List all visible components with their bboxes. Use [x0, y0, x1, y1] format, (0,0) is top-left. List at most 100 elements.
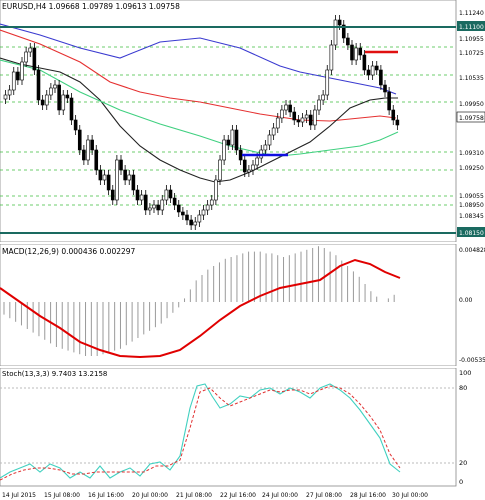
candle-body [263, 144, 268, 151]
candle-body [214, 179, 218, 201]
candle-body [127, 174, 132, 181]
candle-body [119, 159, 123, 171]
candle-body [304, 114, 309, 119]
price-axis-label: 1.11240 [459, 10, 484, 17]
stoch-panel[interactable]: Stoch(13,3,3) 9.7403 13.2158 100 80 20 0 [0, 367, 485, 488]
candle-body [32, 47, 37, 71]
price-chart-svg[interactable]: 1.11240 1.11100 1.10955 1.10725 1.10535 1.099… [0, 0, 485, 243]
macd-axis-label: 0.004828 [459, 247, 485, 254]
candle-body [172, 197, 177, 206]
stoch-axis: 100 80 20 0 [459, 369, 471, 486]
price-axis-label: 1.08950 [459, 202, 484, 209]
price-axis-label: 1.10955 [459, 36, 484, 43]
candle-body [370, 65, 375, 76]
candle-body [197, 214, 202, 223]
candle-body [321, 94, 325, 101]
candle-body [164, 189, 169, 201]
stoch-axis-label: 80 [459, 384, 467, 392]
candle-body [362, 54, 367, 71]
candle-body [98, 169, 103, 181]
time-axis-label: 27 Jul 08:00 [306, 492, 342, 499]
candle-body [308, 114, 313, 126]
macd-title: MACD(12,26,9) 0.000436 0.002297 [2, 247, 136, 256]
candle-body [106, 174, 111, 191]
time-axis-labels: 14 Jul 2015 15 Jul 08:00 16 Jul 16:00 20 Ju… [2, 492, 428, 499]
candle-body [131, 174, 136, 191]
time-axis-label: 16 Jul 16:00 [88, 492, 124, 499]
candle-body [226, 139, 231, 146]
candle-body [366, 69, 371, 76]
candle-body [288, 104, 292, 113]
candle-body [296, 119, 301, 123]
stoch-axis-label: 0 [459, 478, 463, 486]
candle-body [57, 84, 61, 111]
stoch-plot-area [0, 367, 457, 487]
candle-body [209, 199, 214, 206]
time-axis-label: 28 Jul 16:00 [350, 492, 386, 499]
candle-body [152, 204, 156, 209]
candle-body [3, 94, 8, 100]
price-axis-label: 1.08150 [459, 230, 484, 237]
time-axis-label: 14 Jul 2015 [2, 492, 36, 499]
time-axis: 14 Jul 2015 15 Jul 08:00 16 Jul 16:00 20 Ju… [2, 492, 428, 499]
candle-body [201, 209, 206, 216]
candle-body [102, 174, 107, 181]
candle-body [94, 149, 99, 171]
stoch-chart-svg[interactable]: Stoch(13,3,3) 9.7403 13.2158 100 80 20 0 [0, 367, 485, 488]
candle-body [7, 89, 12, 96]
candle-body [49, 87, 53, 96]
price-panel[interactable]: 1.11240 1.11100 1.10955 1.10725 1.10535 1.099… [0, 0, 485, 243]
candle-body [247, 169, 251, 173]
stoch-axis-label: 20 [459, 459, 467, 467]
candle-body [222, 139, 226, 161]
candle-body [20, 61, 24, 81]
candle-body [387, 91, 391, 111]
time-axis-label: 21 Jul 08:00 [176, 492, 212, 499]
candle-body [156, 204, 160, 211]
candle-body [193, 221, 198, 226]
candle-body [333, 19, 338, 46]
macd-axis-label: 0.00 [459, 297, 473, 304]
time-axis-label: 15 Jul 08:00 [44, 492, 80, 499]
price-axis-label: 1.09758 [459, 115, 484, 122]
candle-body [284, 104, 288, 111]
candle-body [242, 159, 247, 173]
candle-body [65, 94, 70, 99]
time-axis-label: 20 Jul 00:00 [132, 492, 168, 499]
price-axis-label: 1.09250 [459, 165, 484, 172]
candle-body [44, 94, 49, 106]
candle-body [168, 189, 173, 199]
candle-body [82, 149, 86, 161]
candle-body [313, 109, 317, 126]
candle-body [346, 37, 350, 46]
price-axis-label: 1.11100 [459, 24, 484, 31]
candle-body [73, 119, 78, 131]
macd-chart-svg[interactable]: MACD(12,26,9) 0.000436 0.002297 0.004828… [0, 243, 485, 367]
candle-body [53, 84, 57, 89]
candle-body [205, 204, 210, 211]
price-axis-label: 1.09950 [459, 101, 484, 108]
candle-body [160, 199, 165, 211]
stoch-axis-label: 100 [459, 369, 471, 377]
candle-body [24, 51, 28, 63]
price-axis-label: 1.09055 [459, 193, 484, 200]
time-axis-label: 30 Jul 00:00 [392, 492, 428, 499]
candle-body [238, 149, 243, 161]
candle-body [16, 71, 20, 81]
candle-body [317, 99, 321, 111]
price-plot-area [0, 0, 457, 243]
symbol-info: EURUSD,H4 1.09668 1.09789 1.09613 1.0975… [2, 2, 180, 11]
candle-body [185, 214, 189, 221]
candle-body [251, 164, 255, 171]
stoch-title: Stoch(13,3,3) 9.7403 13.2158 [2, 370, 107, 378]
macd-axis: 0.004828 0.00 -0.005351 [459, 247, 485, 364]
price-axis-label: 1.09310 [459, 150, 484, 157]
candle-body [292, 111, 297, 121]
candle-body [69, 97, 74, 121]
time-axis-label: 22 Jul 16:00 [220, 492, 256, 499]
macd-panel[interactable]: MACD(12,26,9) 0.000436 0.002297 0.004828… [0, 243, 485, 367]
candle-body [374, 65, 379, 71]
candle-body [354, 47, 358, 61]
candle-body [28, 47, 33, 53]
candle-body [61, 94, 66, 111]
